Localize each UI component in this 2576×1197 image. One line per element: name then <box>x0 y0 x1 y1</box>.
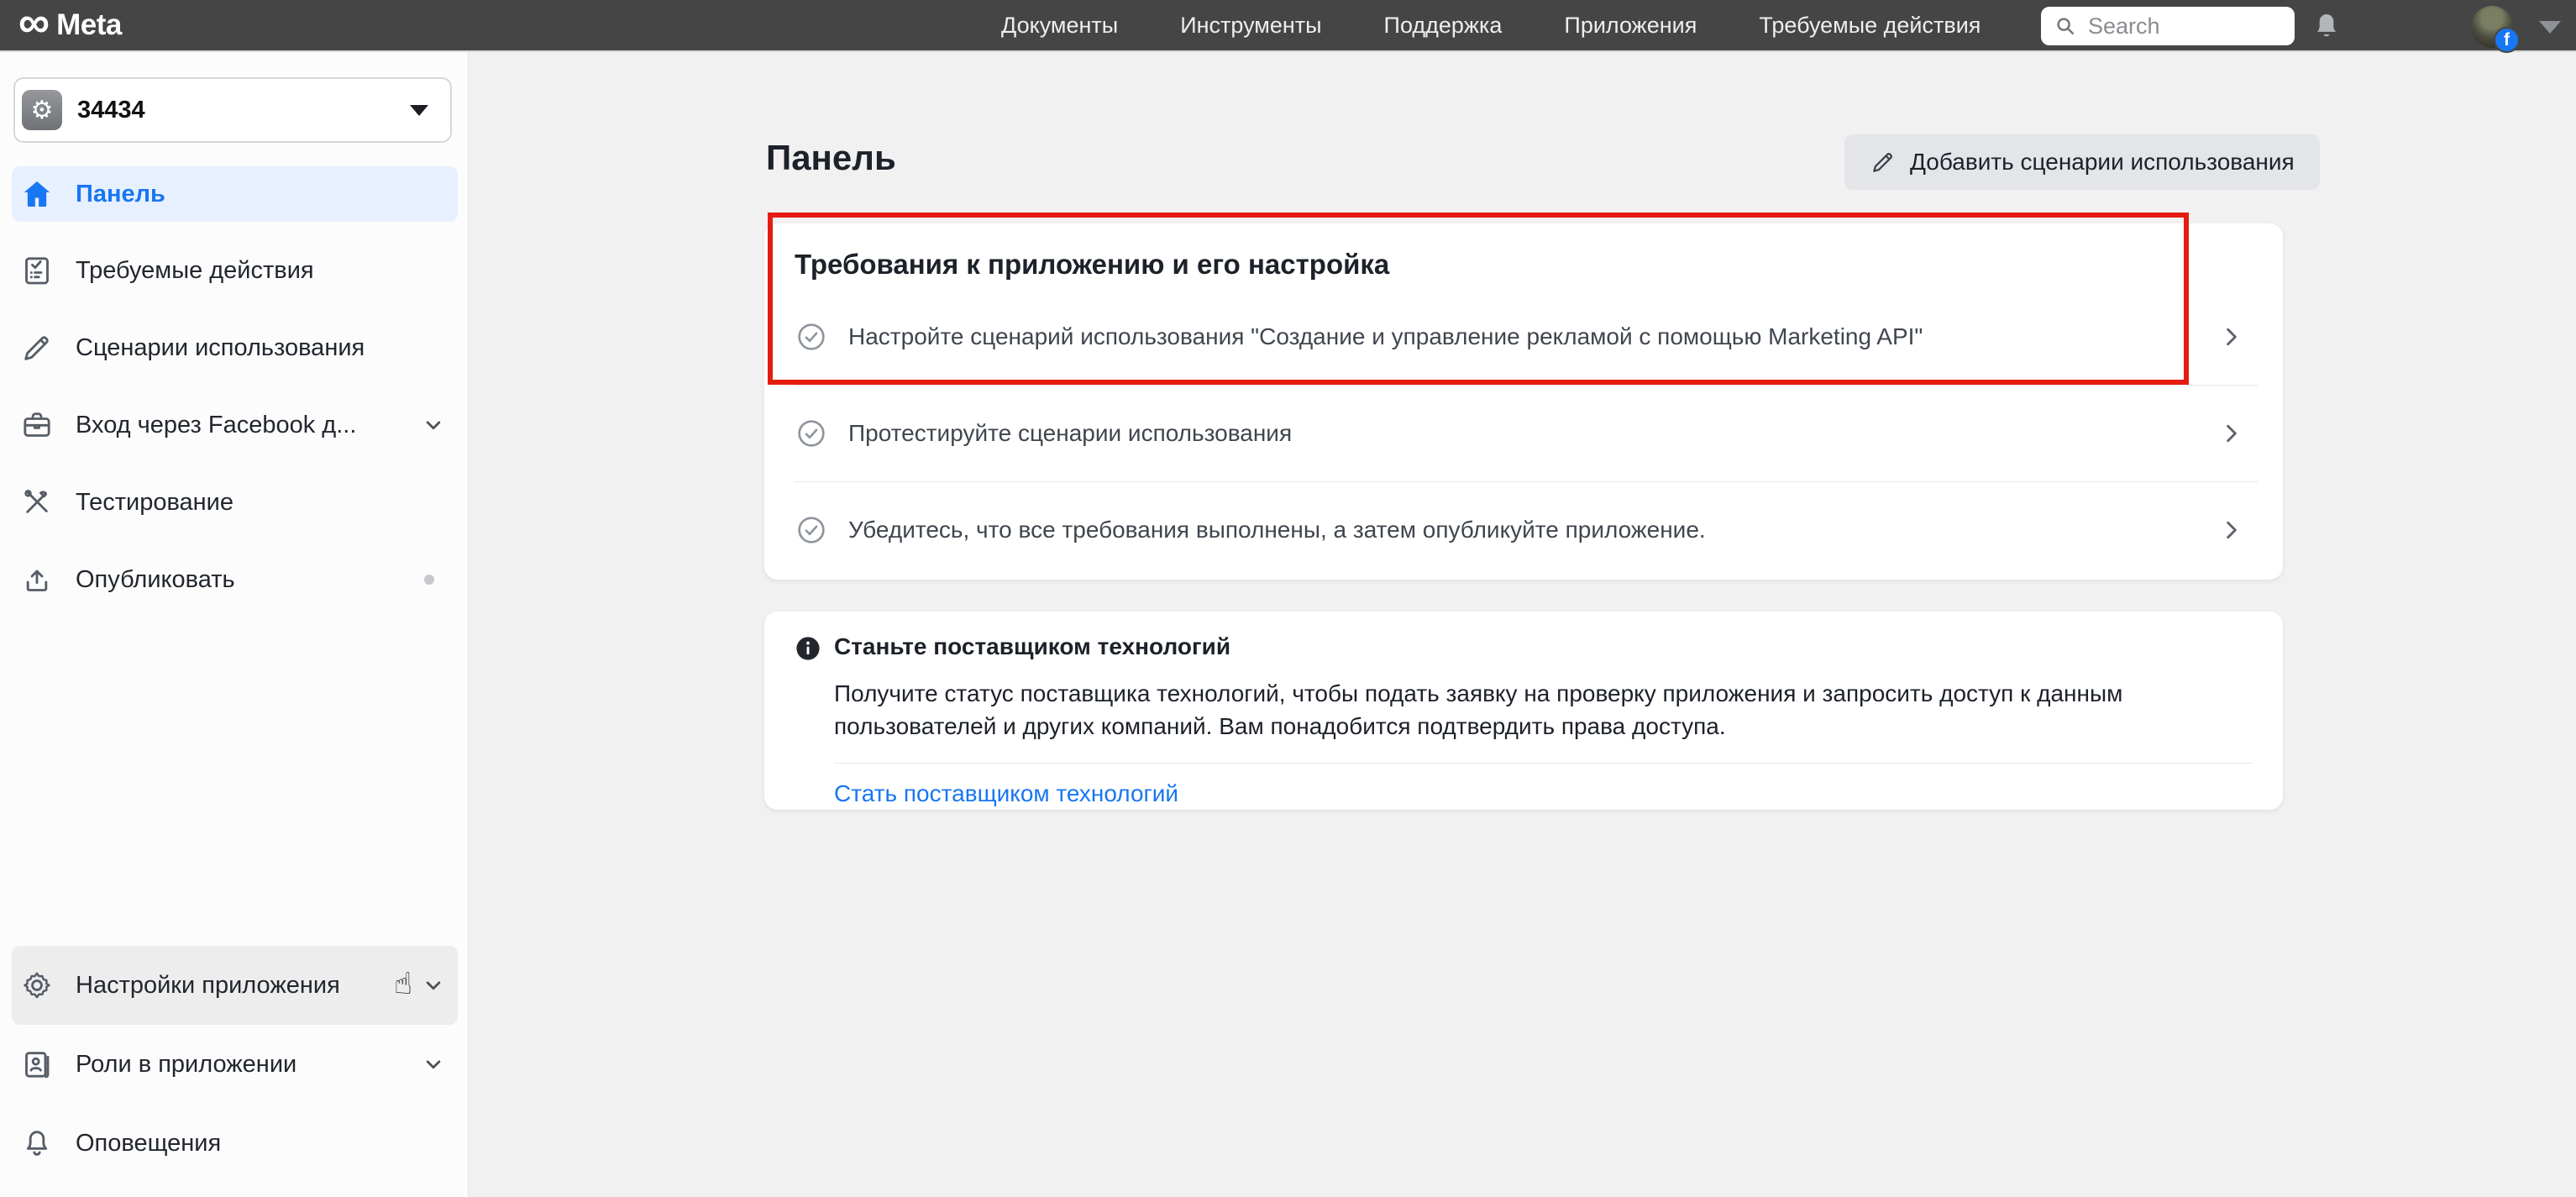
chevron-down-icon <box>421 412 446 438</box>
divider <box>834 763 2253 764</box>
pencil-icon <box>18 329 55 366</box>
sidebar-nav: Панель Требуемые действия Сценарии испол… <box>12 166 458 618</box>
sidebar-item-alerts[interactable]: Оповещения <box>12 1104 458 1183</box>
sidebar-item-app-roles[interactable]: Роли в приложении <box>12 1025 458 1104</box>
sidebar-item-facebook-login[interactable]: Вход через Facebook д... <box>12 386 458 464</box>
requirement-row-publish-app[interactable]: Убедитесь, что все требования выполнены,… <box>764 482 2283 578</box>
sidebar-item-testing[interactable]: Тестирование <box>12 464 458 541</box>
topbar-nav: Документы Инструменты Поддержка Приложен… <box>1001 0 1981 50</box>
add-use-cases-button-label: Добавить сценарии использования <box>1910 149 2295 176</box>
sidebar-item-label: Оповещения <box>76 1130 221 1158</box>
requirements-list: Настройте сценарий использования "Создан… <box>764 289 2283 578</box>
gear-icon <box>18 967 55 1004</box>
nav-apps[interactable]: Приложения <box>1564 13 1697 39</box>
tech-provider-card: Станьте поставщиком технологий Получите … <box>764 612 2283 810</box>
pencil-icon <box>1870 149 1897 176</box>
add-use-cases-button[interactable]: Добавить сценарии использования <box>1844 134 2320 190</box>
sidebar-item-app-settings[interactable]: Настройки приложения ☝ <box>12 946 458 1025</box>
app-selector[interactable]: ⚙ 34434 <box>13 77 452 143</box>
nav-tools[interactable]: Инструменты <box>1180 13 1321 39</box>
sidebar-item-label: Опубликовать <box>76 566 235 594</box>
tech-provider-title: Станьте поставщиком технологий <box>834 633 1230 660</box>
toolbox-icon <box>18 407 55 444</box>
checklist-icon <box>18 252 55 289</box>
check-circle-icon <box>795 513 828 547</box>
app-selector-value: 34434 <box>77 97 395 124</box>
nav-required-actions[interactable]: Требуемые действия <box>1759 13 1981 39</box>
sidebar-item-publish[interactable]: Опубликовать <box>12 541 458 618</box>
become-tech-provider-link[interactable]: Стать поставщиком технологий <box>834 780 1178 807</box>
cursor-hand-icon: ☝ <box>394 969 412 999</box>
check-circle-icon <box>795 320 828 354</box>
facebook-badge-icon: f <box>2494 27 2520 53</box>
sidebar-item-dashboard[interactable]: Панель <box>12 166 458 222</box>
chevron-right-icon[interactable] <box>2217 517 2244 543</box>
requirement-label: Протестируйте сценарии использования <box>848 420 1292 447</box>
publish-status-dot <box>424 575 434 585</box>
sidebar-item-label: Роли в приложении <box>76 1051 296 1079</box>
app-icon: ⚙ <box>22 90 62 130</box>
sidebar-footer-nav: Настройки приложения ☝ Роли в приложении <box>12 946 458 1183</box>
requirement-row-setup-use-case[interactable]: Настройте сценарий использования "Создан… <box>764 289 2283 385</box>
sidebar-item-label: Сценарии использования <box>76 334 365 362</box>
chevron-right-icon[interactable] <box>2217 420 2244 447</box>
chevron-down-icon <box>421 973 446 998</box>
requirement-label: Убедитесь, что все требования выполнены,… <box>848 517 1706 543</box>
tech-provider-header: Станьте поставщиком технологий <box>795 633 2253 662</box>
avatar[interactable]: f <box>2471 6 2513 48</box>
sidebar-item-label: Настройки приложения <box>76 972 340 1000</box>
nav-documents[interactable]: Документы <box>1001 13 1118 39</box>
page-title: Панель <box>766 138 896 178</box>
nav-support[interactable]: Поддержка <box>1384 13 1503 39</box>
id-badge-icon <box>18 1046 55 1083</box>
sidebar-item-label: Панель <box>76 181 165 208</box>
requirement-row-test-use-cases[interactable]: Протестируйте сценарии использования <box>764 386 2283 481</box>
topbar: ∞ Meta Документы Инструменты Поддержка П… <box>0 0 2576 52</box>
tools-icon <box>18 484 55 521</box>
sidebar-item-label: Требуемые действия <box>76 257 314 285</box>
meta-logo-text: Meta <box>56 8 122 42</box>
bell-icon <box>18 1125 55 1162</box>
tech-provider-body: Получите статус поставщика технологий, ч… <box>834 677 2228 743</box>
meta-developer-dashboard: ∞ Meta Документы Инструменты Поддержка П… <box>0 0 2576 1197</box>
search-icon <box>2053 13 2078 39</box>
chevron-down-icon <box>421 1052 446 1077</box>
requirement-label: Настройте сценарий использования "Создан… <box>848 323 1923 350</box>
chevron-right-icon[interactable] <box>2217 323 2244 350</box>
check-circle-icon <box>795 417 828 450</box>
app-gear-glyph: ⚙ <box>31 96 54 125</box>
requirements-card-title: Требования к приложению и его настройка <box>764 223 2283 281</box>
sidebar-item-label: Вход через Facebook д... <box>76 412 356 439</box>
requirements-card: Требования к приложению и его настройка … <box>764 223 2283 580</box>
home-icon <box>18 176 55 213</box>
account-menu-caret-icon[interactable] <box>2539 21 2561 34</box>
app-selector-caret-icon <box>410 105 428 116</box>
sidebar-item-use-cases[interactable]: Сценарии использования <box>12 309 458 386</box>
sidebar: ⚙ 34434 Панель Требуемые действия <box>0 52 469 1197</box>
notifications-bell-icon[interactable] <box>2310 10 2343 44</box>
search-input[interactable] <box>2088 13 2283 39</box>
sidebar-item-label: Тестирование <box>76 489 233 517</box>
meta-logo[interactable]: ∞ Meta <box>18 0 122 50</box>
info-icon <box>795 635 821 662</box>
search-box[interactable] <box>2041 7 2295 45</box>
sidebar-item-required-actions[interactable]: Требуемые действия <box>12 232 458 309</box>
publish-upload-icon <box>18 561 55 598</box>
